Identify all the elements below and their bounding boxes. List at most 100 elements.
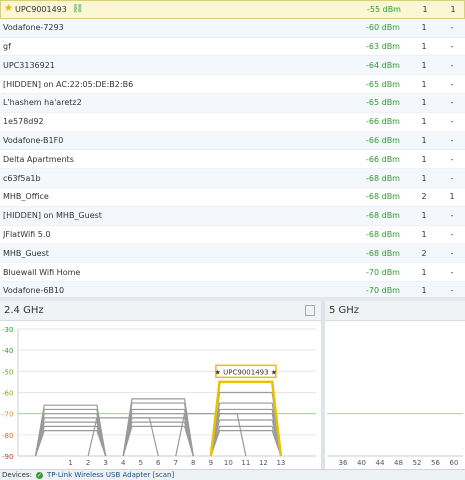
network-trace [122, 425, 194, 457]
network-row[interactable]: [HIDDEN] on AC:22:05:DE:B2:B6 -65 dBm 1 - [0, 75, 465, 94]
y-tick-label: -30 [2, 326, 13, 334]
network-name: Vodafone-6B10 [3, 286, 65, 296]
extra-cell: - [450, 286, 454, 296]
x-tick-label: 48 [394, 459, 403, 467]
highlight-annotation: ★ UPC9001493 ★ [215, 364, 277, 379]
signal-cell: -63 dBm [366, 41, 400, 51]
network-name-cell: L'hashem ha'aretz2 [0, 98, 366, 107]
channel-cell: 2 [421, 248, 427, 258]
network-row[interactable]: ★ UPC9001493 ⛓ -55 dBm 1 1 [0, 0, 465, 19]
network-name: Vodafone-B1F0 [3, 135, 64, 145]
extra-cell: - [450, 248, 454, 258]
signal-cell: -66 dBm [366, 117, 400, 127]
network-row[interactable]: [HIDDEN] on MHB_Guest -68 dBm 1 - [0, 206, 465, 226]
signal-cell: -68 dBm [366, 211, 400, 221]
x-tick-label: 1 [68, 459, 72, 467]
network-row[interactable]: Delta Apartments -66 dBm 1 - [0, 150, 465, 170]
y-tick-label: -40 [2, 347, 13, 355]
channel-cell: 1 [421, 154, 427, 164]
channel-cell: 1 [421, 98, 427, 108]
panel-2-4ghz-title: 2.4 GHz [4, 305, 44, 316]
x-tick-label: 2 [86, 459, 90, 467]
network-name: Bluewall Wifi Home [3, 267, 81, 277]
network-row[interactable]: Bluewall Wifi Home -70 dBm 1 - [0, 263, 465, 282]
x-tick-label: 3 [103, 459, 107, 467]
network-row[interactable]: UPC3136921 -64 dBm 1 - [0, 56, 465, 76]
panel-5ghz: 5 GHz 36 40 44 48 52 56 60 [325, 301, 465, 469]
channel-cell: 1 [421, 41, 427, 51]
network-row[interactable]: L'hashem ha'aretz2 -65 dBm 1 - [0, 93, 465, 113]
channel-chart-5ghz: 36 40 44 48 52 56 60 [327, 413, 463, 467]
network-name-cell: Vodafone-B1F0 [0, 136, 366, 145]
network-name: MHB_Office [3, 192, 49, 202]
extra-cell: - [450, 98, 454, 108]
link-icon: ⛓ [71, 4, 84, 15]
extra-cell: 1 [450, 4, 456, 14]
network-trace [210, 402, 282, 457]
y-tick-label: -80 [2, 432, 13, 440]
channel-cell: 1 [421, 60, 427, 70]
network-trace [210, 419, 282, 457]
x-tick-label: 12 [259, 459, 268, 467]
status-prefix: Devices: [2, 471, 32, 479]
channel-cell: 1 [421, 23, 427, 33]
signal-cell: -66 dBm [366, 154, 400, 164]
channel-cell: 1 [422, 4, 428, 14]
signal-cell: -68 dBm [366, 229, 400, 239]
extra-cell: - [450, 229, 454, 239]
signal-cell: -55 dBm [367, 4, 401, 14]
network-name-cell: MHB_Guest [0, 249, 366, 258]
x-tick-label: 56 [431, 459, 440, 467]
star-icon[interactable]: ★ [4, 4, 13, 14]
copy-icon[interactable] [305, 305, 315, 316]
network-row[interactable]: gf -63 dBm 1 - [0, 38, 465, 57]
x-tick-label: 4 [121, 459, 126, 467]
device-link[interactable]: TP-Link Wireless USB Adapter [scan] [47, 471, 174, 479]
signal-cell: -64 dBm [366, 60, 400, 70]
x-tick-label: 52 [413, 459, 422, 467]
extra-cell: - [450, 173, 454, 183]
network-name: [HIDDEN] on MHB_Guest [3, 211, 102, 221]
network-name: Vodafone-7293 [3, 23, 64, 33]
network-row[interactable]: Vodafone-7293 -60 dBm 1 - [0, 18, 465, 38]
network-name-cell: Bluewall Wifi Home [0, 268, 366, 277]
network-name: 1e578d92 [3, 117, 44, 127]
channel-chart-2-4ghz: -30-40-50-60-70-80-901 2 3 4 5 6 7 8 9 10 11 12 13★ … [2, 326, 316, 467]
network-row[interactable]: Vodafone-6B10 -70 dBm 1 - [0, 281, 465, 297]
extra-cell: - [450, 267, 454, 277]
network-row[interactable]: MHB_Guest -68 dBm 2 - [0, 244, 465, 264]
network-name: UPC3136921 [3, 60, 55, 70]
signal-cell: -70 dBm [366, 267, 400, 277]
network-name: L'hashem ha'aretz2 [3, 98, 82, 108]
x-tick-label: 11 [241, 459, 250, 467]
network-trace [34, 408, 107, 457]
network-trace [122, 398, 194, 457]
network-row[interactable]: c63f5a1b -68 dBm 1 - [0, 169, 465, 188]
annotation-text: ★ UPC9001493 ★ [215, 368, 277, 376]
network-row[interactable]: JFlatWifi 5.0 -68 dBm 1 - [0, 226, 465, 245]
network-name-cell: JFlatWifi 5.0 [0, 230, 366, 239]
network-trace [210, 408, 282, 457]
network-row[interactable]: 1e578d92 -66 dBm 1 - [0, 113, 465, 132]
network-name-cell: Delta Apartments [0, 155, 366, 164]
panel-2-4ghz-header: 2.4 GHz [0, 301, 321, 321]
signal-cell: -65 dBm [366, 98, 400, 108]
channel-cell: 1 [421, 79, 427, 89]
network-row[interactable]: Vodafone-B1F0 -66 dBm 1 - [0, 131, 465, 151]
extra-cell: 1 [449, 192, 455, 202]
network-row[interactable]: MHB_Office -68 dBm 2 1 [0, 188, 465, 207]
network-name: MHB_Guest [3, 248, 49, 258]
network-name: c63f5a1b [3, 173, 41, 183]
channel-cell: 1 [421, 211, 427, 221]
network-trace [122, 402, 194, 457]
network-name-cell: MHB_Office [0, 192, 366, 201]
network-name-cell: [HIDDEN] on MHB_Guest [0, 211, 366, 220]
network-name-cell: c63f5a1b [0, 174, 366, 183]
x-tick-label: 7 [174, 459, 178, 467]
y-tick-label: -90 [2, 453, 13, 461]
x-tick-label: 13 [276, 459, 285, 467]
x-tick-label: 8 [191, 459, 195, 467]
x-tick-label: 40 [357, 459, 366, 467]
x-tick-label: 44 [376, 459, 385, 467]
network-name-cell: Vodafone-7293 [0, 23, 366, 32]
